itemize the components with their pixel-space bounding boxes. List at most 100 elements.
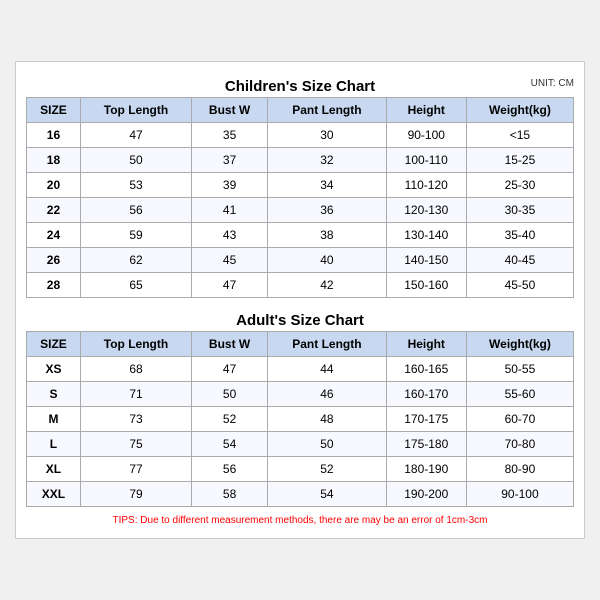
adult-header-top-length: Top Length bbox=[80, 332, 191, 357]
table-cell: 160-165 bbox=[386, 357, 466, 382]
adult-header-bust-w: Bust W bbox=[192, 332, 268, 357]
table-cell: 55-60 bbox=[466, 382, 573, 407]
table-cell: 62 bbox=[80, 248, 191, 273]
table-cell: 30 bbox=[268, 123, 386, 148]
table-row: 24594338130-14035-40 bbox=[27, 223, 574, 248]
table-cell: 18 bbox=[27, 148, 81, 173]
children-header-row: SIZE Top Length Bust W Pant Length Heigh… bbox=[27, 98, 574, 123]
table-cell: 43 bbox=[192, 223, 268, 248]
table-row: 1647353090-100<15 bbox=[27, 123, 574, 148]
table-cell: 190-200 bbox=[386, 482, 466, 507]
table-cell: 30-35 bbox=[466, 198, 573, 223]
table-cell: 47 bbox=[192, 357, 268, 382]
table-cell: 73 bbox=[80, 407, 191, 432]
table-cell: 53 bbox=[80, 173, 191, 198]
table-cell: 100-110 bbox=[386, 148, 466, 173]
table-cell: 35 bbox=[192, 123, 268, 148]
table-cell: 26 bbox=[27, 248, 81, 273]
adult-header-pant-length: Pant Length bbox=[268, 332, 386, 357]
table-cell: 32 bbox=[268, 148, 386, 173]
table-cell: L bbox=[27, 432, 81, 457]
table-cell: 150-160 bbox=[386, 273, 466, 298]
table-cell: 22 bbox=[27, 198, 81, 223]
table-cell: 50 bbox=[80, 148, 191, 173]
adult-table: SIZE Top Length Bust W Pant Length Heigh… bbox=[26, 331, 574, 507]
table-cell: 38 bbox=[268, 223, 386, 248]
table-cell: 180-190 bbox=[386, 457, 466, 482]
children-header-bust-w: Bust W bbox=[192, 98, 268, 123]
table-cell: 59 bbox=[80, 223, 191, 248]
table-row: M735248170-17560-70 bbox=[27, 407, 574, 432]
table-cell: 47 bbox=[80, 123, 191, 148]
table-cell: 54 bbox=[192, 432, 268, 457]
children-tbody: 1647353090-100<1518503732100-11015-25205… bbox=[27, 123, 574, 298]
table-cell: S bbox=[27, 382, 81, 407]
table-cell: 52 bbox=[192, 407, 268, 432]
adult-section-title: Adult's Size Chart bbox=[26, 306, 574, 331]
table-cell: 50 bbox=[192, 382, 268, 407]
adult-header-size: SIZE bbox=[27, 332, 81, 357]
table-cell: 58 bbox=[192, 482, 268, 507]
table-cell: 39 bbox=[192, 173, 268, 198]
table-cell: 130-140 bbox=[386, 223, 466, 248]
table-cell: 40 bbox=[268, 248, 386, 273]
table-cell: 80-90 bbox=[466, 457, 573, 482]
table-row: XS684744160-16550-55 bbox=[27, 357, 574, 382]
table-row: XXL795854190-20090-100 bbox=[27, 482, 574, 507]
table-row: 18503732100-11015-25 bbox=[27, 148, 574, 173]
chart-container: Children's Size Chart UNIT: CM SIZE Top … bbox=[15, 61, 585, 539]
table-row: L755450175-18070-80 bbox=[27, 432, 574, 457]
table-cell: 40-45 bbox=[466, 248, 573, 273]
table-cell: 160-170 bbox=[386, 382, 466, 407]
table-row: 26624540140-15040-45 bbox=[27, 248, 574, 273]
table-cell: 65 bbox=[80, 273, 191, 298]
table-cell: 54 bbox=[268, 482, 386, 507]
table-cell: 77 bbox=[80, 457, 191, 482]
table-row: 20533934110-12025-30 bbox=[27, 173, 574, 198]
table-cell: 140-150 bbox=[386, 248, 466, 273]
table-cell: 37 bbox=[192, 148, 268, 173]
adult-header-row: SIZE Top Length Bust W Pant Length Heigh… bbox=[27, 332, 574, 357]
unit-label: UNIT: CM bbox=[531, 78, 574, 89]
table-row: 28654742150-16045-50 bbox=[27, 273, 574, 298]
table-cell: 70-80 bbox=[466, 432, 573, 457]
table-cell: 45 bbox=[192, 248, 268, 273]
table-cell: XL bbox=[27, 457, 81, 482]
children-title: Children's Size Chart bbox=[225, 78, 375, 95]
table-cell: 28 bbox=[27, 273, 81, 298]
table-row: XL775652180-19080-90 bbox=[27, 457, 574, 482]
table-cell: <15 bbox=[466, 123, 573, 148]
table-cell: 15-25 bbox=[466, 148, 573, 173]
table-cell: 71 bbox=[80, 382, 191, 407]
table-cell: 120-130 bbox=[386, 198, 466, 223]
table-cell: 79 bbox=[80, 482, 191, 507]
table-cell: 90-100 bbox=[466, 482, 573, 507]
table-cell: 68 bbox=[80, 357, 191, 382]
table-cell: 50 bbox=[268, 432, 386, 457]
table-cell: 16 bbox=[27, 123, 81, 148]
table-cell: 25-30 bbox=[466, 173, 573, 198]
table-cell: 56 bbox=[80, 198, 191, 223]
children-header-weight: Weight(kg) bbox=[466, 98, 573, 123]
tips-text: TIPS: Due to different measurement metho… bbox=[26, 513, 574, 528]
table-row: 22564136120-13030-35 bbox=[27, 198, 574, 223]
children-header-top-length: Top Length bbox=[80, 98, 191, 123]
children-header-size: SIZE bbox=[27, 98, 81, 123]
table-cell: 56 bbox=[192, 457, 268, 482]
table-cell: 90-100 bbox=[386, 123, 466, 148]
table-cell: 48 bbox=[268, 407, 386, 432]
children-header-pant-length: Pant Length bbox=[268, 98, 386, 123]
children-table: SIZE Top Length Bust W Pant Length Heigh… bbox=[26, 97, 574, 298]
table-row: S715046160-17055-60 bbox=[27, 382, 574, 407]
table-cell: 42 bbox=[268, 273, 386, 298]
adult-tbody: XS684744160-16550-55S715046160-17055-60M… bbox=[27, 357, 574, 507]
children-section-title: Children's Size Chart UNIT: CM bbox=[26, 72, 574, 97]
table-cell: 45-50 bbox=[466, 273, 573, 298]
adult-header-height: Height bbox=[386, 332, 466, 357]
table-cell: 52 bbox=[268, 457, 386, 482]
table-cell: XS bbox=[27, 357, 81, 382]
table-cell: XXL bbox=[27, 482, 81, 507]
table-cell: 110-120 bbox=[386, 173, 466, 198]
adult-header-weight: Weight(kg) bbox=[466, 332, 573, 357]
table-cell: 50-55 bbox=[466, 357, 573, 382]
